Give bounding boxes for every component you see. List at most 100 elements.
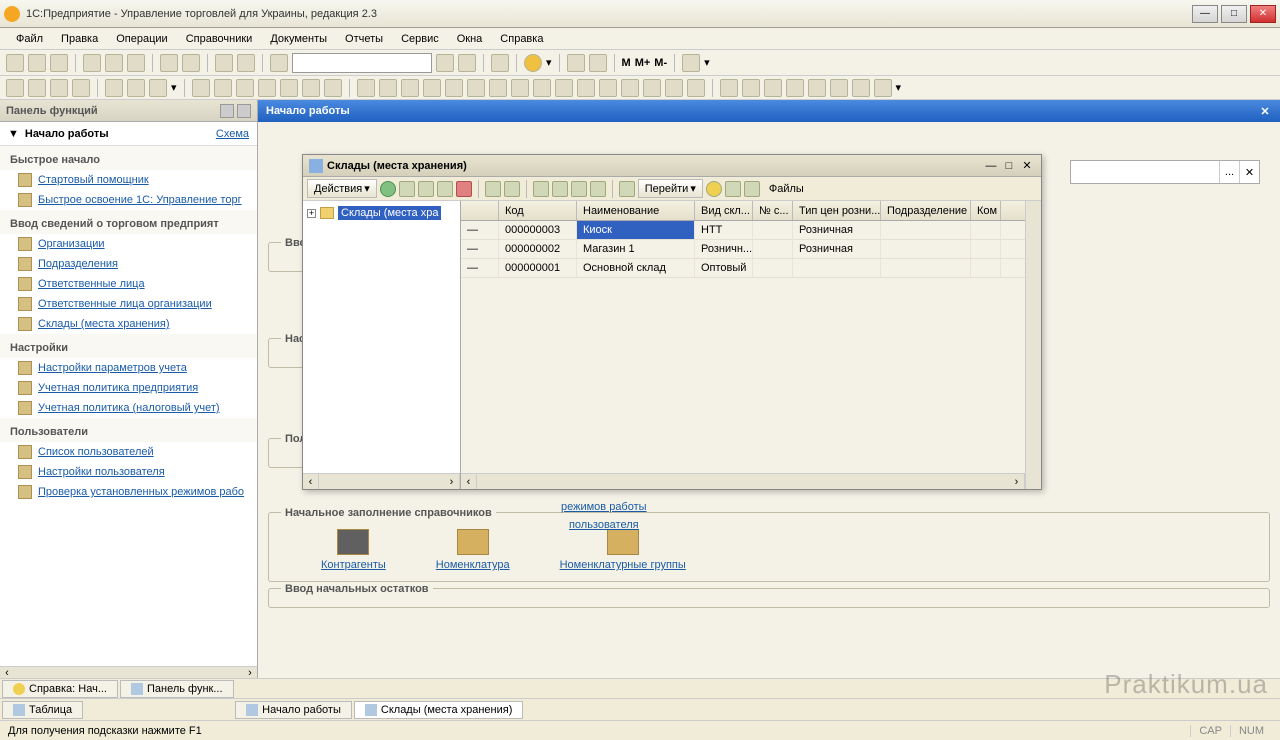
- help-icon[interactable]: [706, 181, 722, 197]
- nav-link[interactable]: Проверка установленных режимов рабо: [0, 482, 257, 502]
- delete-icon[interactable]: [456, 181, 472, 197]
- tab-table[interactable]: Таблица: [2, 701, 83, 719]
- tb2-icon[interactable]: [324, 79, 342, 97]
- grid-hscroll[interactable]: ‹›: [461, 473, 1025, 489]
- move-icon[interactable]: [485, 181, 501, 197]
- tab-start[interactable]: Начало работы: [235, 701, 352, 719]
- ref-nomenclature-groups[interactable]: Номенклатурные группы: [560, 529, 686, 571]
- undo-icon[interactable]: [215, 54, 233, 72]
- dropdown-icon[interactable]: ▾: [704, 56, 710, 69]
- nav-link[interactable]: Организации: [0, 234, 257, 254]
- col-name[interactable]: Наименование: [577, 201, 695, 220]
- tb2-icon[interactable]: [764, 79, 782, 97]
- menu-service[interactable]: Сервис: [393, 31, 447, 47]
- add-folder-icon[interactable]: [399, 181, 415, 197]
- filter3-icon[interactable]: [571, 181, 587, 197]
- tb2-icon[interactable]: [577, 79, 595, 97]
- tb2-icon[interactable]: [808, 79, 826, 97]
- tb2-icon[interactable]: [555, 79, 573, 97]
- menu-reports[interactable]: Отчеты: [337, 31, 391, 47]
- popup-close-button[interactable]: ✕: [1019, 159, 1035, 173]
- tb2-icon[interactable]: [149, 79, 167, 97]
- redo-icon[interactable]: [237, 54, 255, 72]
- filter2-icon[interactable]: [552, 181, 568, 197]
- copy-row-icon[interactable]: [418, 181, 434, 197]
- dropdown-icon[interactable]: ▾: [546, 56, 552, 69]
- nav-link[interactable]: Список пользователей: [0, 442, 257, 462]
- tb2-icon[interactable]: [423, 79, 441, 97]
- tree-hscroll[interactable]: ‹›: [303, 473, 460, 489]
- top-input[interactable]: ... ✕: [1070, 160, 1260, 184]
- goto-button[interactable]: Перейти ▾: [638, 179, 703, 198]
- tb2-icon[interactable]: [511, 79, 529, 97]
- refresh-icon[interactable]: [458, 54, 476, 72]
- popup-minimize-button[interactable]: —: [983, 159, 999, 173]
- menu-help[interactable]: Справка: [492, 31, 551, 47]
- nav-link[interactable]: Подразделения: [0, 254, 257, 274]
- schema-link[interactable]: Схема: [216, 128, 249, 140]
- tool-icon[interactable]: [682, 54, 700, 72]
- menu-edit[interactable]: Правка: [53, 31, 106, 47]
- nav-link[interactable]: Ответственные лица: [0, 274, 257, 294]
- close-icon[interactable]: ✕: [1258, 104, 1272, 118]
- print-icon[interactable]: [160, 54, 178, 72]
- save-icon[interactable]: [50, 54, 68, 72]
- tb2-icon[interactable]: [401, 79, 419, 97]
- left-hscroll[interactable]: ‹›: [0, 666, 257, 678]
- m-minus[interactable]: M-: [654, 57, 667, 69]
- tb2-icon[interactable]: [192, 79, 210, 97]
- col-num[interactable]: № с...: [753, 201, 793, 220]
- expand-icon[interactable]: +: [307, 209, 316, 218]
- tb2-icon[interactable]: [258, 79, 276, 97]
- menu-windows[interactable]: Окна: [449, 31, 491, 47]
- nav-link[interactable]: Ответственные лица организации: [0, 294, 257, 314]
- table-row[interactable]: —000000002Магазин 1Розничн...Розничная: [461, 240, 1025, 259]
- tb2-icon[interactable]: [127, 79, 145, 97]
- tb2-icon[interactable]: [489, 79, 507, 97]
- edit-icon[interactable]: [437, 181, 453, 197]
- new-doc-icon[interactable]: [6, 54, 24, 72]
- col-type[interactable]: Вид скл...: [695, 201, 753, 220]
- tb2-icon[interactable]: [665, 79, 683, 97]
- copy-icon[interactable]: [105, 54, 123, 72]
- tb2-icon[interactable]: [533, 79, 551, 97]
- m-plus[interactable]: M+: [635, 57, 651, 69]
- tb2-icon[interactable]: [105, 79, 123, 97]
- user-modes-link[interactable]: режимов работы: [558, 498, 650, 516]
- hierarchy-icon[interactable]: [504, 181, 520, 197]
- clear-filter-icon[interactable]: [590, 181, 606, 197]
- table-row[interactable]: —000000001Основной складОптовый: [461, 259, 1025, 278]
- actions-button[interactable]: Действия ▾: [307, 179, 377, 198]
- nav-link[interactable]: Учетная политика (налоговый учет): [0, 398, 257, 418]
- search-input[interactable]: [292, 53, 432, 73]
- list-icon[interactable]: [725, 181, 741, 197]
- tb2-icon[interactable]: [6, 79, 24, 97]
- tab-warehouses[interactable]: Склады (места хранения): [354, 701, 524, 719]
- tb2-icon[interactable]: [874, 79, 892, 97]
- tb2-icon[interactable]: [687, 79, 705, 97]
- paste-icon[interactable]: [127, 54, 145, 72]
- grid-vscroll[interactable]: [1025, 201, 1041, 489]
- tb2-icon[interactable]: [852, 79, 870, 97]
- tb2-icon[interactable]: [280, 79, 298, 97]
- m-label[interactable]: M: [622, 57, 631, 69]
- tb2-icon[interactable]: [742, 79, 760, 97]
- minimize-button[interactable]: —: [1192, 5, 1218, 23]
- user-link[interactable]: пользователя: [558, 516, 650, 534]
- tab-function-panel[interactable]: Панель функ...: [120, 680, 234, 698]
- ref-counterparties[interactable]: Контрагенты: [321, 529, 386, 571]
- tab-help[interactable]: Справка: Нач...: [2, 680, 118, 698]
- tb2-icon[interactable]: [621, 79, 639, 97]
- tb2-icon[interactable]: [830, 79, 848, 97]
- copy2-icon[interactable]: [491, 54, 509, 72]
- ref-nomenclature[interactable]: Номенклатура: [436, 529, 510, 571]
- chevron-down-icon[interactable]: ▼: [8, 128, 19, 140]
- preview-icon[interactable]: [182, 54, 200, 72]
- files-link[interactable]: Файлы: [769, 183, 804, 195]
- tb2-icon[interactable]: [379, 79, 397, 97]
- col-code[interactable]: Код: [499, 201, 577, 220]
- dropdown-icon[interactable]: ▾: [896, 81, 902, 94]
- menu-operations[interactable]: Операции: [108, 31, 175, 47]
- nav-link[interactable]: Настройки пользователя: [0, 462, 257, 482]
- tb2-icon[interactable]: [214, 79, 232, 97]
